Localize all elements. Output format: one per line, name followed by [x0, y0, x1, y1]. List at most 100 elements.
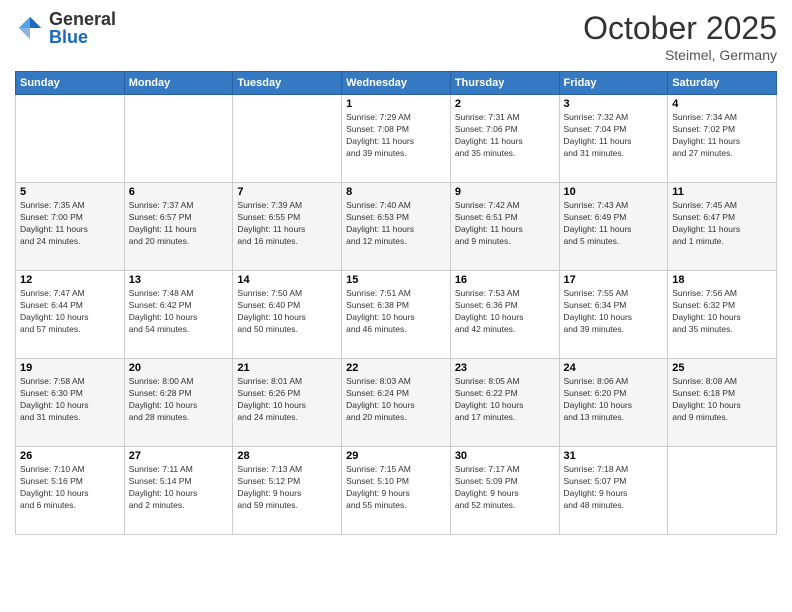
day-info: Sunrise: 7:11 AM Sunset: 5:14 PM Dayligh…	[129, 464, 229, 512]
day-info: Sunrise: 8:05 AM Sunset: 6:22 PM Dayligh…	[455, 376, 555, 424]
location: Steimel, Germany	[583, 47, 777, 63]
week-row-3: 12 Sunrise: 7:47 AM Sunset: 6:44 PM Dayli…	[16, 271, 777, 359]
calendar-cell: 21 Sunrise: 8:01 AM Sunset: 6:26 PM Dayli…	[233, 359, 342, 447]
weekday-header-tuesday: Tuesday	[233, 72, 342, 95]
calendar-cell: 30 Sunrise: 7:17 AM Sunset: 5:09 PM Dayli…	[450, 447, 559, 535]
day-number: 2	[455, 98, 555, 110]
day-info: Sunrise: 8:06 AM Sunset: 6:20 PM Dayligh…	[564, 376, 664, 424]
day-info: Sunrise: 7:15 AM Sunset: 5:10 PM Dayligh…	[346, 464, 446, 512]
logo: General Blue	[15, 10, 116, 46]
weekday-header-sunday: Sunday	[16, 72, 125, 95]
calendar-cell: 24 Sunrise: 8:06 AM Sunset: 6:20 PM Dayli…	[559, 359, 668, 447]
header: General Blue October 2025 Steimel, Germa…	[15, 10, 777, 63]
day-info: Sunrise: 8:03 AM Sunset: 6:24 PM Dayligh…	[346, 376, 446, 424]
title-block: October 2025 Steimel, Germany	[583, 10, 777, 63]
weekday-header-monday: Monday	[124, 72, 233, 95]
day-number: 30	[455, 450, 555, 462]
day-number: 18	[672, 274, 772, 286]
calendar-cell: 10Sunrise: 7:43 AM Sunset: 6:49 PM Dayli…	[559, 183, 668, 271]
day-info: Sunrise: 7:58 AM Sunset: 6:30 PM Dayligh…	[20, 376, 120, 424]
day-info: Sunrise: 7:53 AM Sunset: 6:36 PM Dayligh…	[455, 288, 555, 336]
calendar-cell: 8 Sunrise: 7:40 AM Sunset: 6:53 PM Daylig…	[342, 183, 451, 271]
weekday-header-row: SundayMondayTuesdayWednesdayThursdayFrid…	[16, 72, 777, 95]
calendar-cell	[16, 95, 125, 183]
week-row-5: 26 Sunrise: 7:10 AM Sunset: 5:16 PM Dayli…	[16, 447, 777, 535]
day-info: Sunrise: 7:47 AM Sunset: 6:44 PM Dayligh…	[20, 288, 120, 336]
day-info: Sunrise: 7:17 AM Sunset: 5:09 PM Dayligh…	[455, 464, 555, 512]
calendar-cell: 5Sunrise: 7:35 AM Sunset: 7:00 PM Daylig…	[16, 183, 125, 271]
calendar-table: SundayMondayTuesdayWednesdayThursdayFrid…	[15, 71, 777, 535]
calendar-cell: 20 Sunrise: 8:00 AM Sunset: 6:28 PM Dayli…	[124, 359, 233, 447]
calendar-cell: 29 Sunrise: 7:15 AM Sunset: 5:10 PM Dayli…	[342, 447, 451, 535]
calendar-cell: 11Sunrise: 7:45 AM Sunset: 6:47 PM Dayli…	[668, 183, 777, 271]
calendar-cell: 9 Sunrise: 7:42 AM Sunset: 6:51 PM Daylig…	[450, 183, 559, 271]
day-info: Sunrise: 7:37 AM Sunset: 6:57 PM Dayligh…	[129, 200, 229, 248]
day-number: 15	[346, 274, 446, 286]
calendar-cell: 26 Sunrise: 7:10 AM Sunset: 5:16 PM Dayli…	[16, 447, 125, 535]
day-number: 6	[129, 186, 229, 198]
day-number: 27	[129, 450, 229, 462]
week-row-1: 1Sunrise: 7:29 AM Sunset: 7:08 PM Daylig…	[16, 95, 777, 183]
calendar-cell: 3 Sunrise: 7:32 AM Sunset: 7:04 PM Daylig…	[559, 95, 668, 183]
calendar-cell: 16Sunrise: 7:53 AM Sunset: 6:36 PM Dayli…	[450, 271, 559, 359]
calendar-cell	[233, 95, 342, 183]
day-number: 29	[346, 450, 446, 462]
day-number: 26	[20, 450, 120, 462]
day-number: 19	[20, 362, 120, 374]
logo-blue: Blue	[49, 28, 116, 46]
day-info: Sunrise: 7:29 AM Sunset: 7:08 PM Dayligh…	[346, 112, 446, 160]
day-number: 20	[129, 362, 229, 374]
day-number: 31	[564, 450, 664, 462]
calendar-cell: 15Sunrise: 7:51 AM Sunset: 6:38 PM Dayli…	[342, 271, 451, 359]
day-number: 22	[346, 362, 446, 374]
logo-general: General	[49, 10, 116, 28]
day-number: 24	[564, 362, 664, 374]
weekday-header-wednesday: Wednesday	[342, 72, 451, 95]
day-info: Sunrise: 7:13 AM Sunset: 5:12 PM Dayligh…	[237, 464, 337, 512]
day-number: 4	[672, 98, 772, 110]
day-number: 17	[564, 274, 664, 286]
calendar-cell: 18Sunrise: 7:56 AM Sunset: 6:32 PM Dayli…	[668, 271, 777, 359]
calendar-cell	[124, 95, 233, 183]
day-info: Sunrise: 7:31 AM Sunset: 7:06 PM Dayligh…	[455, 112, 555, 160]
calendar-cell: 31 Sunrise: 7:18 AM Sunset: 5:07 PM Dayli…	[559, 447, 668, 535]
calendar-cell: 4Sunrise: 7:34 AM Sunset: 7:02 PM Daylig…	[668, 95, 777, 183]
calendar-cell: 2 Sunrise: 7:31 AM Sunset: 7:06 PM Daylig…	[450, 95, 559, 183]
calendar-cell: 25Sunrise: 8:08 AM Sunset: 6:18 PM Dayli…	[668, 359, 777, 447]
week-row-4: 19 Sunrise: 7:58 AM Sunset: 6:30 PM Dayli…	[16, 359, 777, 447]
day-number: 13	[129, 274, 229, 286]
logo-icon	[15, 13, 45, 43]
day-info: Sunrise: 7:32 AM Sunset: 7:04 PM Dayligh…	[564, 112, 664, 160]
calendar-cell: 7Sunrise: 7:39 AM Sunset: 6:55 PM Daylig…	[233, 183, 342, 271]
day-info: Sunrise: 7:50 AM Sunset: 6:40 PM Dayligh…	[237, 288, 337, 336]
day-number: 28	[237, 450, 337, 462]
calendar-cell: 1Sunrise: 7:29 AM Sunset: 7:08 PM Daylig…	[342, 95, 451, 183]
weekday-header-saturday: Saturday	[668, 72, 777, 95]
calendar-cell: 12 Sunrise: 7:47 AM Sunset: 6:44 PM Dayli…	[16, 271, 125, 359]
day-number: 21	[237, 362, 337, 374]
week-row-2: 5Sunrise: 7:35 AM Sunset: 7:00 PM Daylig…	[16, 183, 777, 271]
logo-text: General Blue	[49, 10, 116, 46]
calendar-cell: 28 Sunrise: 7:13 AM Sunset: 5:12 PM Dayli…	[233, 447, 342, 535]
day-number: 12	[20, 274, 120, 286]
calendar-cell: 14 Sunrise: 7:50 AM Sunset: 6:40 PM Dayli…	[233, 271, 342, 359]
calendar-cell: 6 Sunrise: 7:37 AM Sunset: 6:57 PM Daylig…	[124, 183, 233, 271]
day-number: 8	[346, 186, 446, 198]
day-info: Sunrise: 8:00 AM Sunset: 6:28 PM Dayligh…	[129, 376, 229, 424]
calendar-cell: 27 Sunrise: 7:11 AM Sunset: 5:14 PM Dayli…	[124, 447, 233, 535]
day-info: Sunrise: 7:10 AM Sunset: 5:16 PM Dayligh…	[20, 464, 120, 512]
month-title: October 2025	[583, 10, 777, 47]
day-number: 14	[237, 274, 337, 286]
page: General Blue October 2025 Steimel, Germa…	[0, 0, 792, 612]
day-info: Sunrise: 7:42 AM Sunset: 6:51 PM Dayligh…	[455, 200, 555, 248]
day-info: Sunrise: 7:40 AM Sunset: 6:53 PM Dayligh…	[346, 200, 446, 248]
day-info: Sunrise: 7:18 AM Sunset: 5:07 PM Dayligh…	[564, 464, 664, 512]
day-number: 9	[455, 186, 555, 198]
day-number: 7	[237, 186, 337, 198]
day-number: 3	[564, 98, 664, 110]
calendar-cell: 17Sunrise: 7:55 AM Sunset: 6:34 PM Dayli…	[559, 271, 668, 359]
day-info: Sunrise: 8:01 AM Sunset: 6:26 PM Dayligh…	[237, 376, 337, 424]
calendar-cell: 22 Sunrise: 8:03 AM Sunset: 6:24 PM Dayli…	[342, 359, 451, 447]
weekday-header-thursday: Thursday	[450, 72, 559, 95]
day-number: 11	[672, 186, 772, 198]
